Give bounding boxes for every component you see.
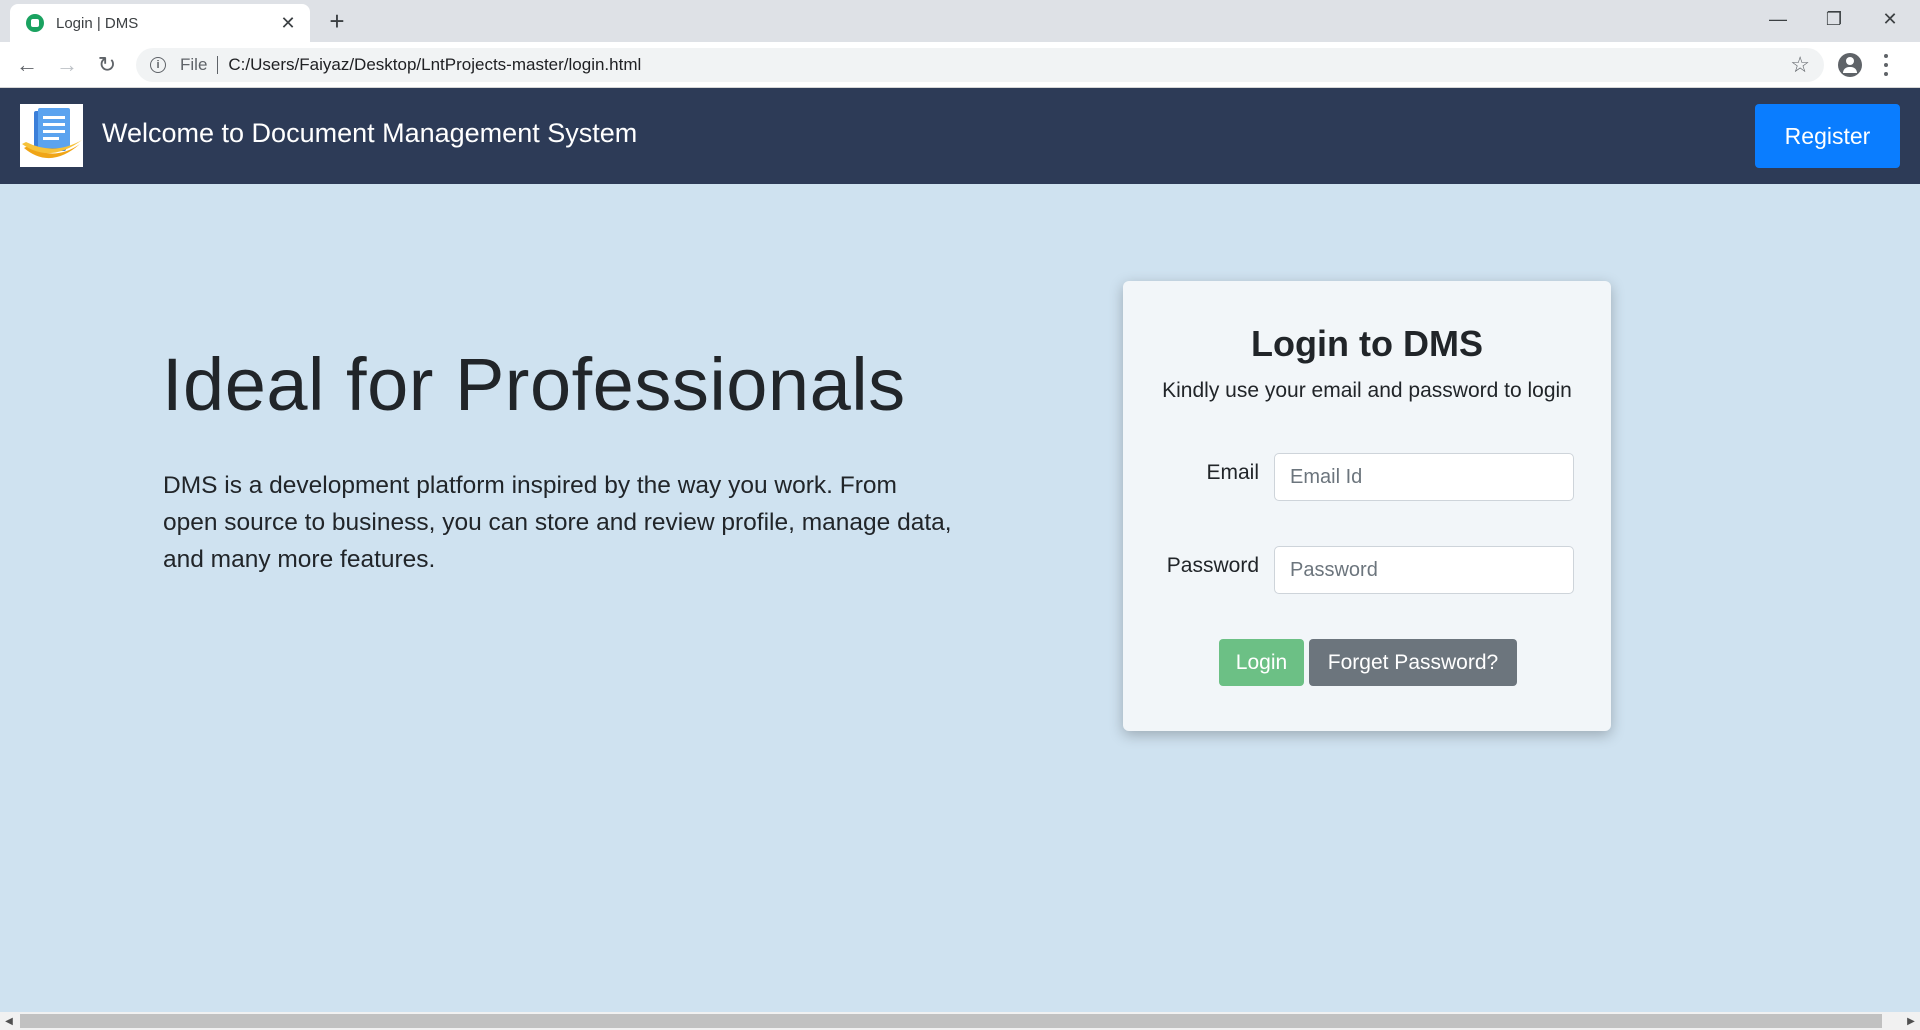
reload-icon[interactable]: ↻	[90, 48, 124, 82]
close-tab-icon[interactable]: ✕	[278, 13, 298, 34]
password-label: Password	[1166, 554, 1259, 577]
document-logo-icon[interactable]	[20, 104, 83, 167]
login-subtitle: Kindly use your email and password to lo…	[1162, 379, 1572, 402]
login-button[interactable]: Login	[1219, 639, 1304, 686]
minimize-icon[interactable]: —	[1750, 0, 1806, 38]
url-text[interactable]: C:/Users/Faiyaz/Desktop/LntProjects-mast…	[228, 55, 641, 75]
scroll-left-icon[interactable]: ◀	[0, 1012, 18, 1030]
new-tab-icon[interactable]: +	[322, 6, 352, 36]
browser-toolbar: ← → ↻ i File C:/Users/Faiyaz/Desktop/Lnt…	[0, 42, 1920, 88]
omnibox-separator	[217, 56, 219, 74]
forget-password-button[interactable]: Forget Password?	[1309, 639, 1517, 686]
login-card: Login to DMS Kindly use your email and p…	[1123, 281, 1611, 731]
brand-title[interactable]: Welcome to Document Management System	[102, 118, 637, 149]
horizontal-scrollbar[interactable]: ◀ ▶	[0, 1012, 1920, 1030]
forward-icon[interactable]: →	[50, 48, 84, 82]
email-field[interactable]	[1274, 453, 1574, 501]
browser-menu-icon[interactable]	[1884, 54, 1888, 76]
info-icon[interactable]: i	[150, 57, 166, 73]
favicon-icon	[26, 14, 44, 32]
restore-icon[interactable]: ❐	[1806, 0, 1862, 38]
bookmark-star-icon[interactable]: ☆	[1790, 52, 1810, 78]
tab-title: Login | DMS	[56, 14, 139, 32]
scheme-label: File	[180, 55, 208, 74]
window-close-icon[interactable]: ✕	[1862, 0, 1918, 38]
hero-description: DMS is a development platform inspired b…	[163, 472, 952, 573]
hero-title: Ideal for Professionals	[162, 343, 906, 426]
login-title: Login to DMS	[1251, 323, 1483, 364]
address-bar[interactable]: i File C:/Users/Faiyaz/Desktop/LntProjec…	[136, 48, 1824, 82]
site-navbar: Welcome to Document Management System Re…	[0, 88, 1920, 184]
email-label: Email	[1206, 461, 1259, 484]
scroll-right-icon[interactable]: ▶	[1902, 1012, 1920, 1030]
password-field[interactable]	[1274, 546, 1574, 594]
scrollbar-thumb[interactable]	[20, 1014, 1882, 1028]
register-button[interactable]: Register	[1755, 104, 1900, 168]
browser-tabstrip: Login | DMS ✕ + — ❐ ✕	[0, 0, 1920, 42]
profile-icon[interactable]	[1838, 53, 1862, 77]
back-icon[interactable]: ←	[10, 48, 44, 82]
browser-tab[interactable]: Login | DMS ✕	[10, 4, 310, 42]
